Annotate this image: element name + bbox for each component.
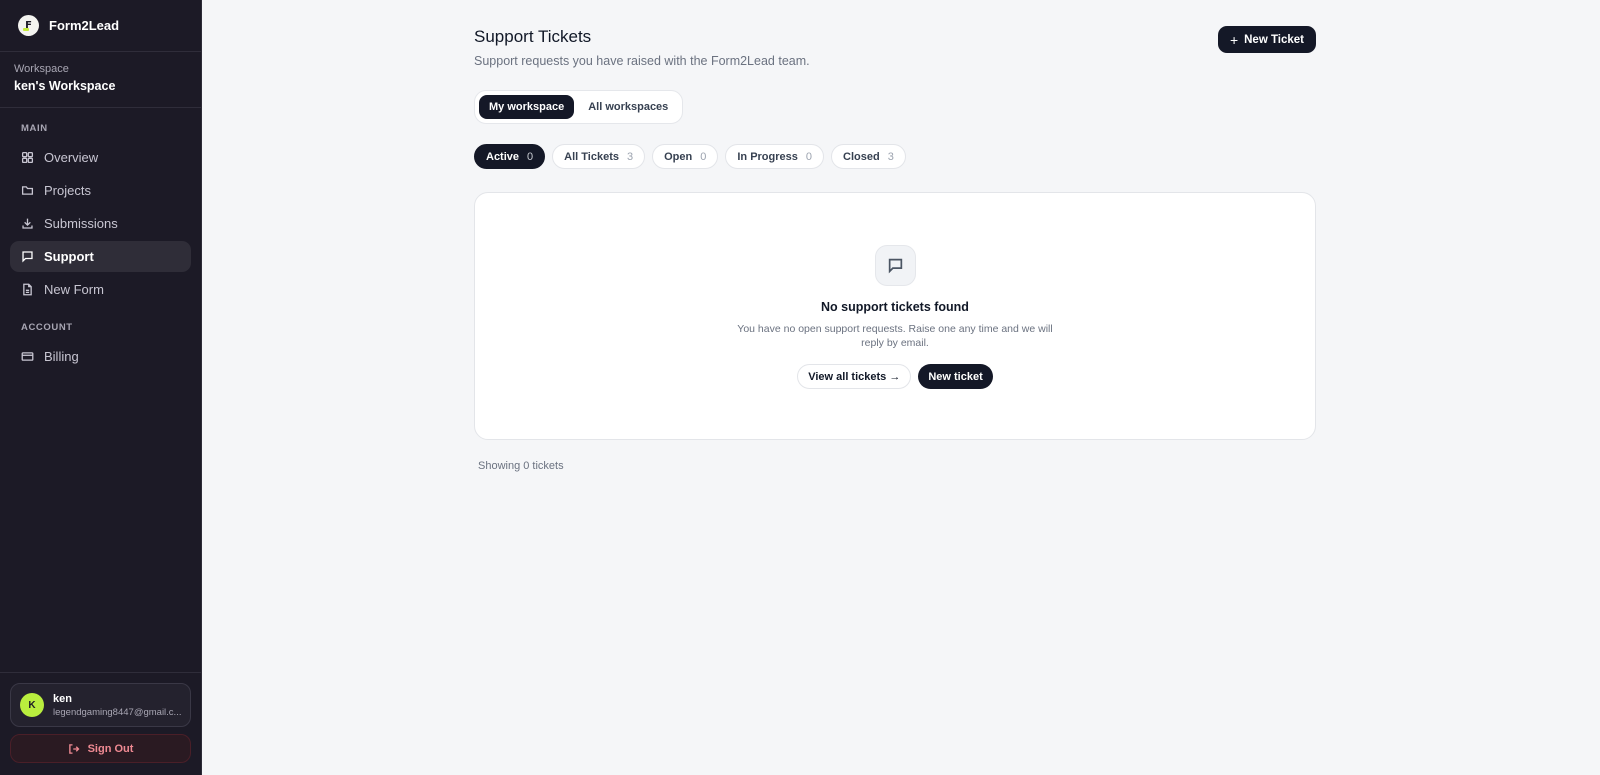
sidebar-item-projects[interactable]: Projects <box>10 175 191 206</box>
chat-icon <box>22 251 33 263</box>
sidebar-item-billing[interactable]: Billing <box>10 341 191 372</box>
brand[interactable]: F Form2Lead <box>0 0 201 52</box>
toggle-all-workspaces[interactable]: All workspaces <box>578 95 678 119</box>
credit-card-icon <box>21 352 34 361</box>
filter-open[interactable]: Open 0 <box>652 144 719 169</box>
filter-closed[interactable]: Closed 3 <box>831 144 906 169</box>
user-email: legendgaming8447@gmail.c... <box>53 706 181 718</box>
status-filters: Active 0 All Tickets 3 Open 0 In Progres… <box>474 144 1316 169</box>
file-icon <box>23 283 32 296</box>
main-nav: Overview Projects Submissions Support Ne… <box>0 142 201 307</box>
page-subtitle: Support requests you have raised with th… <box>474 54 810 68</box>
sidebar: F Form2Lead Workspace ken's Workspace MA… <box>0 0 202 775</box>
user-info: ken legendgaming8447@gmail.c... <box>53 693 181 718</box>
sidebar-item-label: New Form <box>44 282 104 297</box>
download-icon <box>22 218 33 229</box>
plus-icon: + <box>1229 31 1239 48</box>
empty-state-actions: View all tickets → New ticket <box>797 364 993 389</box>
empty-state-card: No support tickets found You have no ope… <box>474 192 1316 440</box>
workspace-toggle: My workspace All workspaces <box>474 90 684 124</box>
toggle-my-workspace[interactable]: My workspace <box>479 95 575 119</box>
filter-active[interactable]: Active 0 <box>474 144 546 169</box>
page-header: Support Tickets Support requests you hav… <box>474 26 1316 68</box>
sidebar-item-label: Submissions <box>44 216 118 231</box>
section-label-account: ACCOUNT <box>21 322 73 333</box>
page-heading: Support Tickets Support requests you hav… <box>474 26 810 68</box>
workspace-switcher[interactable]: Workspace ken's Workspace <box>0 52 201 108</box>
sidebar-item-overview[interactable]: Overview <box>10 142 191 173</box>
workspace-label: Workspace <box>14 63 69 75</box>
new-ticket-inline-button[interactable]: New ticket <box>918 364 993 389</box>
sidebar-item-label: Support <box>44 249 94 264</box>
user-name: ken <box>53 692 72 705</box>
filter-count: 0 <box>527 150 534 163</box>
filter-count: 3 <box>626 150 634 163</box>
view-all-tickets-button[interactable]: View all tickets → <box>797 364 912 389</box>
sidebar-item-label: Billing <box>44 349 79 364</box>
user-card[interactable]: K ken legendgaming8447@gmail.c... <box>10 683 191 727</box>
new-ticket-button[interactable]: + New Ticket <box>1217 26 1316 53</box>
app-root: F Form2Lead Workspace ken's Workspace MA… <box>0 0 1600 775</box>
sidebar-footer: K ken legendgaming8447@gmail.c... Sign O… <box>0 672 201 775</box>
sign-out-button[interactable]: Sign Out <box>10 734 191 763</box>
section-label-main: MAIN <box>21 123 48 134</box>
brand-name: Form2Lead <box>49 18 120 33</box>
logout-icon <box>68 743 80 754</box>
grid-icon <box>21 151 34 164</box>
sign-out-label: Sign Out <box>87 742 134 755</box>
support-page: Support Tickets Support requests you hav… <box>474 26 1316 472</box>
folder-icon <box>21 186 34 195</box>
avatar: K <box>20 693 44 717</box>
filter-label: Open <box>664 150 693 163</box>
chat-icon <box>888 258 902 274</box>
filter-in-progress[interactable]: In Progress 0 <box>725 144 825 169</box>
main-content: Support Tickets Support requests you hav… <box>202 0 1600 775</box>
filter-label: In Progress <box>737 150 798 163</box>
filter-count: 0 <box>805 150 813 163</box>
sidebar-item-support[interactable]: Support <box>10 241 191 272</box>
filter-label: Closed <box>843 150 880 163</box>
new-ticket-label: New Ticket <box>1244 33 1304 46</box>
filter-count: 3 <box>887 150 894 163</box>
page-title: Support Tickets <box>474 27 592 46</box>
sidebar-item-label: Projects <box>44 183 91 198</box>
sidebar-item-submissions[interactable]: Submissions <box>10 208 191 239</box>
empty-state-icon-box <box>874 245 916 286</box>
filter-count: 0 <box>700 150 707 163</box>
filter-label: All Tickets <box>564 150 619 163</box>
empty-state-title: No support tickets found <box>821 300 969 314</box>
sidebar-item-new-form[interactable]: New Form <box>10 274 191 305</box>
account-nav: Billing <box>0 341 201 374</box>
empty-state-text: You have no open support requests. Raise… <box>737 323 1053 349</box>
tickets-count-text: Showing 0 tickets <box>478 460 564 472</box>
brand-logo-icon: F <box>18 15 39 36</box>
filter-label: Active <box>486 150 520 163</box>
filter-all-tickets[interactable]: All Tickets 3 <box>552 144 646 169</box>
sidebar-item-label: Overview <box>44 150 99 165</box>
workspace-name: ken's Workspace <box>14 79 116 93</box>
